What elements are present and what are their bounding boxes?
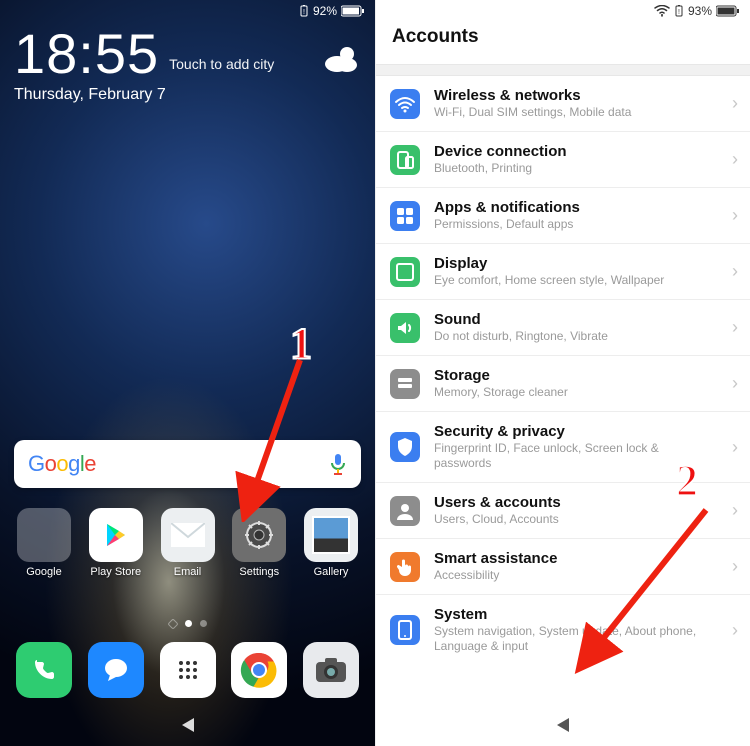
setting-item-wireless-networks[interactable]: Wireless & networksWi-Fi, Dual SIM setti… — [376, 76, 750, 132]
setting-title: Apps & notifications — [434, 199, 718, 216]
back-button[interactable] — [182, 718, 194, 732]
setting-text: StorageMemory, Storage cleaner — [434, 367, 718, 400]
setting-subtitle: Bluetooth, Printing — [434, 161, 718, 176]
mic-icon[interactable] — [329, 452, 347, 476]
setting-subtitle: Wi-Fi, Dual SIM settings, Mobile data — [434, 105, 718, 120]
apps-icon — [390, 201, 420, 231]
page-title: Accounts — [392, 26, 734, 48]
setting-text: Device connectionBluetooth, Printing — [434, 143, 718, 176]
display-icon — [390, 257, 420, 287]
setting-title: Device connection — [434, 143, 718, 160]
dock — [14, 642, 361, 698]
back-button[interactable] — [557, 718, 569, 732]
chevron-right-icon: › — [732, 373, 738, 394]
battery-icon — [716, 5, 740, 17]
system-icon — [390, 615, 420, 645]
setting-text: Wireless & networksWi-Fi, Dual SIM setti… — [434, 87, 718, 120]
dock-messages[interactable] — [86, 642, 146, 698]
setting-title: Sound — [434, 311, 718, 328]
chevron-right-icon: › — [732, 261, 738, 282]
add-city-hint[interactable]: Touch to add city — [169, 56, 274, 72]
settings-screen: ! 93% Accounts Wireless & networksWi-Fi,… — [375, 0, 750, 746]
storage-icon — [390, 369, 420, 399]
section-divider — [376, 64, 750, 76]
clock-date: Thursday, February 7 — [14, 86, 361, 104]
setting-title: Security & privacy — [434, 423, 718, 440]
setting-subtitle: Do not disturb, Ringtone, Vibrate — [434, 329, 718, 344]
nav-bar — [0, 704, 375, 746]
app-play-store[interactable]: Play Store — [86, 508, 146, 578]
setting-item-apps-notifications[interactable]: Apps & notificationsPermissions, Default… — [376, 188, 750, 244]
chevron-right-icon: › — [732, 93, 738, 114]
clock-weather-widget[interactable]: 18:55 Touch to add city Thursday, Februa… — [14, 26, 361, 104]
home-screen: ! 92% 18:55 Touch to add city Thursday, … — [0, 0, 375, 746]
chevron-right-icon: › — [732, 556, 738, 577]
setting-item-device-connection[interactable]: Device connectionBluetooth, Printing › — [376, 132, 750, 188]
setting-item-sound[interactable]: SoundDo not disturb, Ringtone, Vibrate › — [376, 300, 750, 356]
setting-item-storage[interactable]: StorageMemory, Storage cleaner › — [376, 356, 750, 412]
wifi-icon — [654, 5, 670, 17]
chevron-right-icon: › — [732, 317, 738, 338]
app-email[interactable]: Email — [158, 508, 218, 578]
annotation-arrow — [230, 352, 310, 522]
status-bar: ! 92% — [299, 4, 365, 18]
app-gallery[interactable]: Gallery — [301, 508, 361, 578]
svg-text:!: ! — [678, 9, 680, 16]
device-icon — [390, 145, 420, 175]
wifi-icon — [390, 89, 420, 119]
setting-title: Wireless & networks — [434, 87, 718, 104]
dock-app-drawer[interactable] — [158, 642, 218, 698]
dock-phone[interactable] — [14, 642, 74, 698]
page-indicator — [0, 620, 375, 628]
hand-icon — [390, 552, 420, 582]
weather-icon — [321, 42, 361, 76]
chevron-right-icon: › — [732, 500, 738, 521]
setting-item-display[interactable]: DisplayEye comfort, Home screen style, W… — [376, 244, 750, 300]
chevron-right-icon: › — [732, 149, 738, 170]
battery-saver-icon: ! — [299, 5, 309, 17]
setting-title: Display — [434, 255, 718, 272]
shield-icon — [390, 432, 420, 462]
setting-subtitle: Permissions, Default apps — [434, 217, 718, 232]
annotation-arrow — [566, 500, 716, 680]
setting-text: SoundDo not disturb, Ringtone, Vibrate — [434, 311, 718, 344]
sound-icon — [390, 313, 420, 343]
chevron-right-icon: › — [732, 620, 738, 641]
app-google-folder[interactable]: Google — [14, 508, 74, 578]
nav-bar — [376, 704, 750, 746]
chevron-right-icon: › — [732, 205, 738, 226]
setting-text: Apps & notificationsPermissions, Default… — [434, 199, 718, 232]
svg-text:!: ! — [303, 9, 305, 16]
annotation-step-number: 2 — [676, 455, 698, 506]
setting-title: Storage — [434, 367, 718, 384]
chevron-right-icon: › — [732, 437, 738, 458]
users-icon — [390, 496, 420, 526]
status-bar: ! 93% — [654, 4, 740, 18]
dock-chrome[interactable] — [229, 642, 289, 698]
clock-time: 18:55 — [14, 26, 159, 82]
setting-text: DisplayEye comfort, Home screen style, W… — [434, 255, 718, 288]
setting-subtitle: Memory, Storage cleaner — [434, 385, 718, 400]
setting-subtitle: Eye comfort, Home screen style, Wallpape… — [434, 273, 718, 288]
battery-saver-icon: ! — [674, 5, 684, 17]
battery-percent: 92% — [313, 4, 337, 18]
battery-icon — [341, 5, 365, 17]
google-logo: Google — [28, 451, 96, 477]
battery-percent: 93% — [688, 4, 712, 18]
dock-camera[interactable] — [301, 642, 361, 698]
